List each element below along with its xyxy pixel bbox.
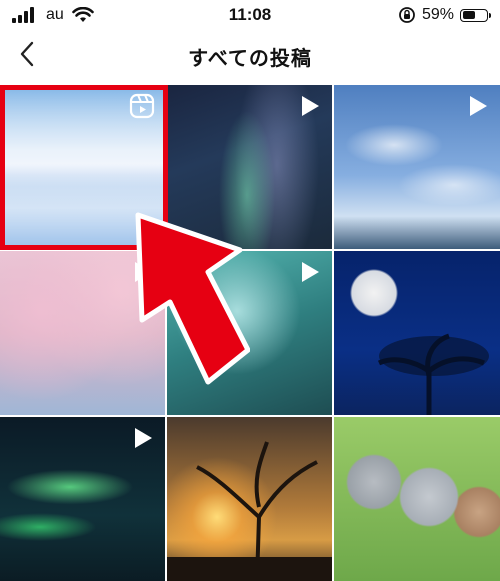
tree-silhouette (377, 333, 489, 415)
header: すべての投稿 (0, 30, 500, 82)
battery-percent: 59% (421, 6, 454, 23)
status-bar: au 11:08 59% (0, 0, 500, 30)
post-tile-dandelion-dewdrops[interactable] (167, 251, 332, 415)
post-tile-full-moon-tree[interactable] (334, 251, 500, 415)
play-icon (470, 96, 487, 116)
post-tile-clouds-sky[interactable] (334, 85, 500, 249)
play-icon (135, 428, 152, 448)
post-grid (0, 85, 500, 581)
battery-fill (462, 11, 475, 19)
post-tile-sunset-tree[interactable] (167, 417, 332, 581)
page-title: すべての投稿 (188, 46, 312, 70)
tree-silhouette (167, 441, 332, 581)
post-tile-aurora-milky-way[interactable] (167, 85, 332, 249)
play-icon (135, 262, 152, 282)
play-icon (302, 96, 319, 116)
orientation-lock-icon (399, 7, 415, 23)
status-right: 59% (398, 6, 491, 24)
post-tile-green-aurora[interactable] (0, 417, 165, 581)
play-icon (302, 262, 319, 282)
post-tile-cherry-blossom-tree[interactable] (0, 251, 165, 415)
post-tile-sky-reflection[interactable] (0, 85, 165, 249)
reel-icon (129, 93, 155, 119)
post-tile-kittens[interactable] (334, 417, 500, 581)
battery-icon (460, 8, 491, 22)
